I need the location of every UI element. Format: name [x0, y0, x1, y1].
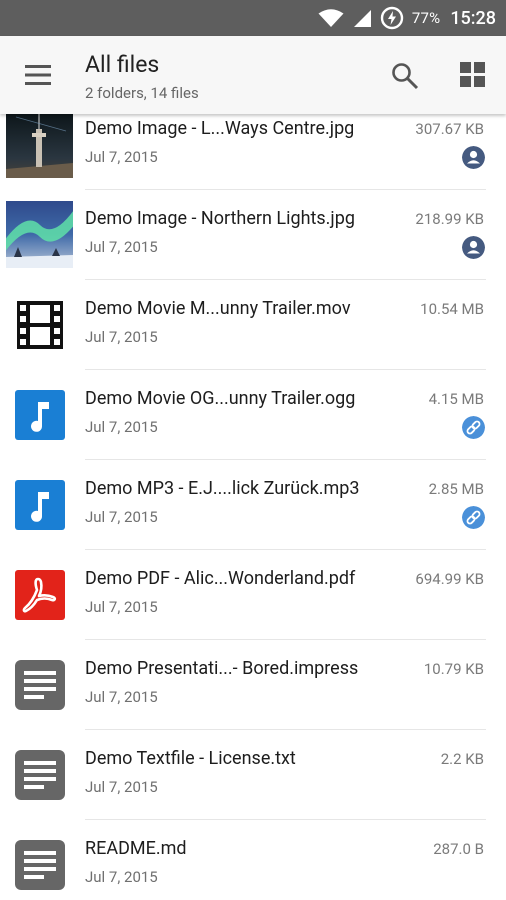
file-date: Jul 7, 2015 — [85, 328, 158, 346]
file-size: 10.79 KB — [423, 660, 484, 678]
hamburger-menu-icon[interactable] — [23, 63, 55, 87]
file-size: 287.0 B — [433, 840, 484, 858]
audio-file-icon — [15, 480, 65, 530]
file-size: 4.15 MB — [428, 390, 484, 408]
audio-file-icon — [15, 390, 65, 440]
battery-percent: 77% — [411, 9, 441, 27]
file-name: Demo Movie OG...unny Trailer.ogg — [85, 388, 356, 409]
clock: 15:28 — [450, 7, 496, 29]
file-row[interactable]: Demo Movie M...unny Trailer.mov Jul 7, 2… — [0, 280, 506, 370]
file-size: 694.99 KB — [415, 570, 484, 588]
file-date: Jul 7, 2015 — [85, 598, 158, 616]
file-name: Demo Image - L...Ways Centre.jpg — [85, 118, 355, 139]
link-icon[interactable] — [462, 506, 485, 529]
file-row[interactable]: Demo Textfile - License.txt Jul 7, 2015 … — [0, 730, 506, 820]
file-row[interactable]: Demo Image - Northern Lights.jpg Jul 7, … — [0, 190, 506, 280]
shared-user-icon[interactable] — [462, 146, 485, 169]
battery-saver-icon — [380, 6, 404, 30]
file-size: 2.85 MB — [428, 480, 484, 498]
link-icon[interactable] — [462, 416, 485, 439]
grid-view-icon[interactable] — [458, 60, 488, 90]
file-list: Demo Image - L...Ways Centre.jpg Jul 7, … — [0, 100, 506, 900]
file-name: Demo PDF - Alic...Wonderland.pdf — [85, 568, 356, 589]
file-name: Demo Image - Northern Lights.jpg — [85, 208, 355, 229]
status-bar: 77% 15:28 — [0, 0, 506, 36]
text-document-icon — [15, 660, 65, 710]
file-date: Jul 7, 2015 — [85, 688, 158, 706]
folder-summary: 2 folders, 14 files — [85, 84, 199, 102]
file-name: Demo Presentati...- Bored.impress — [85, 658, 359, 679]
file-size: 218.99 KB — [415, 210, 484, 228]
file-date: Jul 7, 2015 — [85, 148, 158, 166]
file-date: Jul 7, 2015 — [85, 868, 158, 886]
file-date: Jul 7, 2015 — [85, 418, 158, 436]
file-name: Demo MP3 - E.J....lick Zurück.mp3 — [85, 478, 360, 499]
app-bar: All files 2 folders, 14 files — [0, 36, 506, 114]
file-date: Jul 7, 2015 — [85, 508, 158, 526]
file-row[interactable]: Demo MP3 - E.J....lick Zurück.mp3 Jul 7,… — [0, 460, 506, 550]
file-size: 10.54 MB — [420, 300, 484, 318]
file-date: Jul 7, 2015 — [85, 778, 158, 796]
image-thumbnail-tower — [6, 111, 73, 178]
file-name: Demo Textfile - License.txt — [85, 748, 296, 769]
file-name: README.md — [85, 838, 187, 859]
file-size: 2.2 KB — [440, 750, 484, 768]
file-size: 307.67 KB — [415, 120, 484, 138]
file-row[interactable]: Demo Movie OG...unny Trailer.ogg Jul 7, … — [0, 370, 506, 460]
file-name: Demo Movie M...unny Trailer.mov — [85, 298, 351, 319]
text-document-icon — [15, 840, 65, 890]
shared-user-icon[interactable] — [462, 236, 485, 259]
file-row[interactable]: README.md Jul 7, 2015 287.0 B — [0, 820, 506, 900]
search-icon[interactable] — [389, 60, 421, 92]
film-icon — [17, 301, 63, 349]
file-row[interactable]: Demo Presentati...- Bored.impress Jul 7,… — [0, 640, 506, 730]
file-row[interactable]: Demo PDF - Alic...Wonderland.pdf Jul 7, … — [0, 550, 506, 640]
cell-signal-icon — [353, 10, 371, 27]
wifi-icon — [318, 9, 344, 27]
text-document-icon — [15, 750, 65, 800]
page-title: All files — [85, 51, 160, 78]
file-date: Jul 7, 2015 — [85, 238, 158, 256]
pdf-icon — [15, 570, 65, 620]
image-thumbnail-aurora — [6, 201, 73, 268]
